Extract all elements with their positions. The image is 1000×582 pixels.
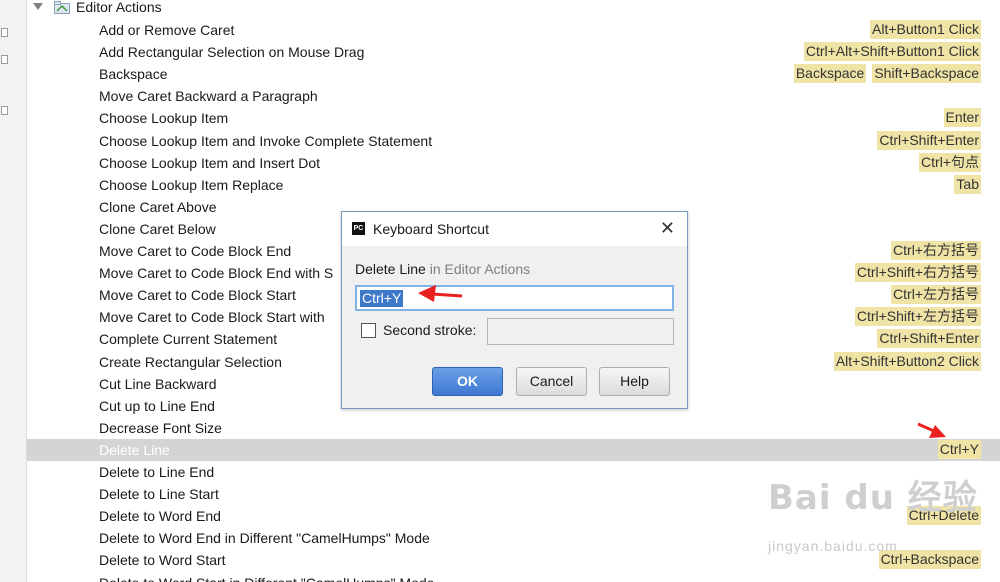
action-row[interactable]: Decrease Font Size [27, 417, 1000, 439]
first-stroke-input[interactable]: Ctrl+Y [355, 285, 674, 311]
action-label: Delete to Word Start [99, 552, 226, 569]
tree-group-editor-actions[interactable]: Editor Actions [27, 0, 1000, 19]
chevron-down-icon[interactable] [33, 3, 43, 10]
first-stroke-value: Ctrl+Y [360, 290, 404, 307]
action-row[interactable]: Choose Lookup Item Enter [27, 107, 1000, 129]
action-label: Move Caret to Code Block Start with [99, 309, 325, 326]
action-label: Add Rectangular Selection on Mouse Drag [99, 44, 365, 61]
shortcut-chip: Tab [954, 174, 981, 194]
shortcut-list: Alt+Shift+Button2 Click [833, 351, 981, 371]
action-label: Choose Lookup Item [99, 110, 229, 127]
gutter-marker-icon [1, 55, 8, 64]
shortcut-chip: Ctrl+左方括号 [891, 285, 981, 305]
shortcut-chip: Ctrl+Shift+右方括号 [854, 263, 981, 283]
shortcut-list: Backspace Shift+Backspace [793, 64, 981, 84]
shortcut-list: Alt+Button1 Click [870, 20, 981, 39]
shortcut-chip: Alt+Shift+Button2 Click [833, 351, 981, 371]
action-label: Delete to Word Start in Different "Camel… [99, 575, 434, 582]
tree-group-label: Editor Actions [76, 0, 162, 15]
action-row[interactable]: Delete to Word Start in Different "Camel… [27, 572, 1000, 582]
shortcut-chip: Ctrl+Shift+左方括号 [854, 307, 981, 327]
action-label: Move Caret Backward a Paragraph [99, 88, 318, 105]
dialog-titlebar: PC Keyboard Shortcut ✕ [342, 212, 687, 246]
action-label: Clone Caret Above [99, 198, 217, 215]
dialog-title: Keyboard Shortcut [373, 221, 489, 237]
help-button[interactable]: Help [599, 367, 670, 396]
shortcut-list: Ctrl+Shift+右方括号 [854, 263, 981, 283]
action-row[interactable]: Backspace Backspace Shift+Backspace [27, 63, 1000, 85]
watermark-url: jingyan.baidu.com [768, 538, 898, 554]
action-label: Choose Lookup Item Replace [99, 176, 284, 193]
shortcut-list: Ctrl+Shift+Enter [877, 329, 981, 349]
shortcut-chip: Ctrl+Y [937, 439, 981, 459]
action-label: Choose Lookup Item and Invoke Complete S… [99, 132, 433, 149]
shortcut-chip: Backspace [793, 64, 867, 84]
action-label: Delete to Word End [99, 508, 221, 525]
second-stroke-checkbox[interactable] [361, 323, 376, 338]
shortcut-list: Ctrl+Shift+Enter [877, 130, 981, 150]
close-icon[interactable]: ✕ [660, 218, 675, 239]
shortcut-chip: Alt+Button1 Click [870, 20, 981, 39]
shortcut-list: Ctrl+Alt+Shift+Button1 Click [803, 42, 981, 62]
second-stroke-label: Second stroke: [383, 322, 477, 338]
shortcut-list: Ctrl+Shift+左方括号 [854, 307, 981, 327]
shortcut-list: Ctrl+句点 [919, 152, 981, 172]
action-label: Cut up to Line End [99, 397, 215, 414]
action-label: Move Caret to Code Block End [99, 243, 292, 259]
action-label: Delete to Line Start [99, 486, 219, 503]
action-row[interactable]: Choose Lookup Item and Invoke Complete S… [27, 130, 1000, 152]
heading-action-name: Delete Line [355, 261, 426, 277]
shortcut-chip: Ctrl+Alt+Shift+Button1 Click [803, 42, 981, 62]
action-label: Decrease Font Size [99, 419, 222, 436]
left-gutter [0, 0, 27, 582]
keyboard-shortcut-dialog: PC Keyboard Shortcut ✕ Delete Line in Ed… [341, 211, 688, 409]
action-label: Delete Line [99, 441, 170, 458]
shortcut-list: Enter [943, 108, 981, 128]
action-row[interactable]: Choose Lookup Item Replace Tab [27, 174, 1000, 196]
shortcut-chip: Enter [943, 108, 981, 128]
ok-button[interactable]: OK [432, 367, 503, 396]
shortcut-list: Ctrl+右方括号 [891, 241, 981, 260]
baidu-watermark: Bai du 经验 jingyan.baidu.com [768, 470, 978, 554]
action-label: Delete to Word End in Different "CamelHu… [99, 530, 430, 547]
pycharm-icon: PC [352, 222, 365, 235]
action-label: Backspace [99, 66, 168, 83]
gutter-marker-icon [1, 106, 8, 115]
action-label: Move Caret to Code Block Start [99, 287, 296, 304]
action-label: Cut Line Backward [99, 375, 217, 392]
shortcut-chip: Ctrl+句点 [919, 152, 981, 172]
shortcut-chip: Ctrl+右方括号 [891, 241, 981, 260]
dialog-heading: Delete Line in Editor Actions [355, 261, 530, 277]
baidu-logo: Bai du 经验 [768, 478, 978, 518]
shortcut-chip: Ctrl+Shift+Enter [877, 130, 981, 150]
folder-icon [54, 1, 70, 14]
gutter-marker-icon [1, 28, 8, 37]
cancel-button[interactable]: Cancel [516, 367, 587, 396]
action-label: Clone Caret Below [99, 220, 216, 237]
action-label: Create Rectangular Selection [99, 353, 282, 370]
shortcut-list: Ctrl+左方括号 [891, 285, 981, 305]
action-row[interactable]: Move Caret Backward a Paragraph [27, 85, 1000, 107]
action-row[interactable]: Delete Line Ctrl+Y [27, 438, 1000, 461]
shortcut-list: Tab [954, 174, 981, 194]
action-label: Add or Remove Caret [99, 22, 235, 38]
action-label: Delete to Line End [99, 464, 215, 480]
action-label: Complete Current Statement [99, 331, 278, 348]
shortcut-list: Ctrl+Y [937, 439, 981, 459]
heading-context: in Editor Actions [425, 261, 531, 277]
action-row[interactable]: Add Rectangular Selection on Mouse Drag C… [27, 41, 1000, 63]
action-label: Move Caret to Code Block End with S [99, 265, 334, 282]
action-label: Choose Lookup Item and Insert Dot [99, 154, 321, 171]
shortcut-chip: Ctrl+Shift+Enter [877, 329, 981, 349]
second-stroke-input[interactable] [487, 318, 674, 345]
action-row[interactable]: Add or Remove Caret Alt+Button1 Click [27, 19, 1000, 41]
action-row[interactable]: Choose Lookup Item and Insert Dot Ctrl+句点 [27, 152, 1000, 174]
shortcut-chip: Shift+Backspace [872, 64, 981, 84]
